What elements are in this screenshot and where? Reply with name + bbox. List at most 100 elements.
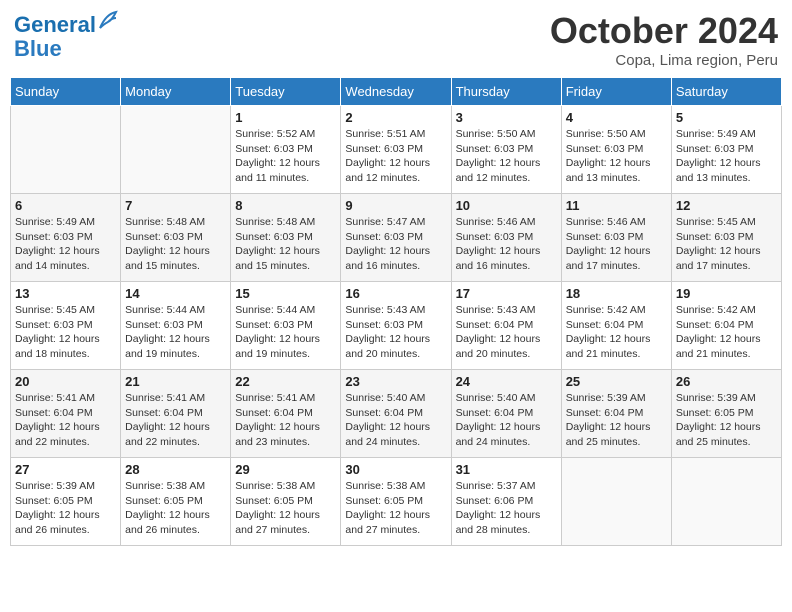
- calendar-cell: 10 Sunrise: 5:46 AM Sunset: 6:03 PM Dayli…: [451, 194, 561, 282]
- logo: General Blue: [14, 10, 118, 61]
- title-area: October 2024 Copa, Lima region, Peru: [550, 10, 778, 69]
- day-number: 14: [125, 286, 226, 301]
- day-detail: Sunrise: 5:42 AM Sunset: 6:04 PM Dayligh…: [676, 303, 777, 362]
- day-detail: Sunrise: 5:43 AM Sunset: 6:03 PM Dayligh…: [345, 303, 446, 362]
- day-detail: Sunrise: 5:47 AM Sunset: 6:03 PM Dayligh…: [345, 215, 446, 274]
- day-detail: Sunrise: 5:49 AM Sunset: 6:03 PM Dayligh…: [15, 215, 116, 274]
- header-tuesday: Tuesday: [231, 78, 341, 106]
- calendar-cell: 31 Sunrise: 5:37 AM Sunset: 6:06 PM Dayli…: [451, 458, 561, 546]
- days-header-row: SundayMondayTuesdayWednesdayThursdayFrid…: [11, 78, 782, 106]
- week-row-1: 1Sunrise: 5:52 AM Sunset: 6:03 PM Daylig…: [11, 106, 782, 194]
- calendar-cell: [561, 458, 671, 546]
- day-number: 7: [125, 198, 226, 213]
- day-detail: Sunrise: 5:39 AM Sunset: 6:05 PM Dayligh…: [676, 391, 777, 450]
- day-detail: Sunrise: 5:38 AM Sunset: 6:05 PM Dayligh…: [125, 479, 226, 538]
- day-number: 2: [345, 110, 446, 125]
- day-detail: Sunrise: 5:50 AM Sunset: 6:03 PM Dayligh…: [566, 127, 667, 186]
- day-detail: Sunrise: 5:44 AM Sunset: 6:03 PM Dayligh…: [235, 303, 336, 362]
- calendar-cell: 21Sunrise: 5:41 AM Sunset: 6:04 PM Dayli…: [121, 370, 231, 458]
- header-saturday: Saturday: [671, 78, 781, 106]
- day-number: 17: [456, 286, 557, 301]
- day-number: 31: [456, 462, 557, 477]
- calendar-cell: 5 Sunrise: 5:49 AM Sunset: 6:03 PM Daylig…: [671, 106, 781, 194]
- day-number: 28: [125, 462, 226, 477]
- calendar-cell: 29 Sunrise: 5:38 AM Sunset: 6:05 PM Dayli…: [231, 458, 341, 546]
- day-detail: Sunrise: 5:40 AM Sunset: 6:04 PM Dayligh…: [345, 391, 446, 450]
- day-number: 9: [345, 198, 446, 213]
- logo-general: General: [14, 12, 96, 37]
- day-detail: Sunrise: 5:48 AM Sunset: 6:03 PM Dayligh…: [235, 215, 336, 274]
- calendar-cell: [121, 106, 231, 194]
- day-number: 6: [15, 198, 116, 213]
- day-detail: Sunrise: 5:49 AM Sunset: 6:03 PM Dayligh…: [676, 127, 777, 186]
- logo-text: General Blue: [14, 10, 118, 61]
- day-number: 4: [566, 110, 667, 125]
- header-wednesday: Wednesday: [341, 78, 451, 106]
- calendar-cell: 22Sunrise: 5:41 AM Sunset: 6:04 PM Dayli…: [231, 370, 341, 458]
- calendar-cell: 4 Sunrise: 5:50 AM Sunset: 6:03 PM Daylig…: [561, 106, 671, 194]
- logo-blue: Blue: [14, 36, 62, 61]
- day-number: 8: [235, 198, 336, 213]
- day-detail: Sunrise: 5:46 AM Sunset: 6:03 PM Dayligh…: [566, 215, 667, 274]
- calendar-cell: 2 Sunrise: 5:51 AM Sunset: 6:03 PM Daylig…: [341, 106, 451, 194]
- day-detail: Sunrise: 5:50 AM Sunset: 6:03 PM Dayligh…: [456, 127, 557, 186]
- calendar-cell: 7 Sunrise: 5:48 AM Sunset: 6:03 PM Daylig…: [121, 194, 231, 282]
- day-detail: Sunrise: 5:38 AM Sunset: 6:05 PM Dayligh…: [235, 479, 336, 538]
- calendar-cell: 13Sunrise: 5:45 AM Sunset: 6:03 PM Dayli…: [11, 282, 121, 370]
- day-number: 13: [15, 286, 116, 301]
- day-detail: Sunrise: 5:41 AM Sunset: 6:04 PM Dayligh…: [235, 391, 336, 450]
- header-sunday: Sunday: [11, 78, 121, 106]
- calendar-cell: 11 Sunrise: 5:46 AM Sunset: 6:03 PM Dayli…: [561, 194, 671, 282]
- calendar-cell: 24 Sunrise: 5:40 AM Sunset: 6:04 PM Dayli…: [451, 370, 561, 458]
- day-number: 10: [456, 198, 557, 213]
- calendar-cell: 6 Sunrise: 5:49 AM Sunset: 6:03 PM Daylig…: [11, 194, 121, 282]
- day-number: 30: [345, 462, 446, 477]
- day-number: 25: [566, 374, 667, 389]
- calendar-cell: 25Sunrise: 5:39 AM Sunset: 6:04 PM Dayli…: [561, 370, 671, 458]
- day-detail: Sunrise: 5:37 AM Sunset: 6:06 PM Dayligh…: [456, 479, 557, 538]
- week-row-4: 20 Sunrise: 5:41 AM Sunset: 6:04 PM Dayli…: [11, 370, 782, 458]
- day-detail: Sunrise: 5:44 AM Sunset: 6:03 PM Dayligh…: [125, 303, 226, 362]
- calendar-cell: 15Sunrise: 5:44 AM Sunset: 6:03 PM Dayli…: [231, 282, 341, 370]
- day-detail: Sunrise: 5:41 AM Sunset: 6:04 PM Dayligh…: [15, 391, 116, 450]
- day-number: 24: [456, 374, 557, 389]
- calendar-cell: 12Sunrise: 5:45 AM Sunset: 6:03 PM Dayli…: [671, 194, 781, 282]
- calendar-cell: 16Sunrise: 5:43 AM Sunset: 6:03 PM Dayli…: [341, 282, 451, 370]
- day-number: 11: [566, 198, 667, 213]
- day-detail: Sunrise: 5:48 AM Sunset: 6:03 PM Dayligh…: [125, 215, 226, 274]
- day-number: 20: [15, 374, 116, 389]
- day-number: 29: [235, 462, 336, 477]
- day-number: 19: [676, 286, 777, 301]
- calendar-title: October 2024: [550, 10, 778, 52]
- calendar-cell: 14 Sunrise: 5:44 AM Sunset: 6:03 PM Dayli…: [121, 282, 231, 370]
- calendar-cell: 18Sunrise: 5:42 AM Sunset: 6:04 PM Dayli…: [561, 282, 671, 370]
- logo-bird-icon: [98, 10, 118, 32]
- calendar-cell: 3Sunrise: 5:50 AM Sunset: 6:03 PM Daylig…: [451, 106, 561, 194]
- day-number: 18: [566, 286, 667, 301]
- calendar-cell: 19 Sunrise: 5:42 AM Sunset: 6:04 PM Dayli…: [671, 282, 781, 370]
- day-detail: Sunrise: 5:38 AM Sunset: 6:05 PM Dayligh…: [345, 479, 446, 538]
- day-detail: Sunrise: 5:40 AM Sunset: 6:04 PM Dayligh…: [456, 391, 557, 450]
- day-number: 5: [676, 110, 777, 125]
- calendar-cell: [11, 106, 121, 194]
- day-number: 1: [235, 110, 336, 125]
- calendar-cell: 17 Sunrise: 5:43 AM Sunset: 6:04 PM Dayli…: [451, 282, 561, 370]
- day-detail: Sunrise: 5:39 AM Sunset: 6:05 PM Dayligh…: [15, 479, 116, 538]
- header-thursday: Thursday: [451, 78, 561, 106]
- day-detail: Sunrise: 5:51 AM Sunset: 6:03 PM Dayligh…: [345, 127, 446, 186]
- calendar-cell: [671, 458, 781, 546]
- day-detail: Sunrise: 5:41 AM Sunset: 6:04 PM Dayligh…: [125, 391, 226, 450]
- header-monday: Monday: [121, 78, 231, 106]
- calendar-cell: 1Sunrise: 5:52 AM Sunset: 6:03 PM Daylig…: [231, 106, 341, 194]
- day-detail: Sunrise: 5:43 AM Sunset: 6:04 PM Dayligh…: [456, 303, 557, 362]
- calendar-cell: 23Sunrise: 5:40 AM Sunset: 6:04 PM Dayli…: [341, 370, 451, 458]
- week-row-3: 13Sunrise: 5:45 AM Sunset: 6:03 PM Dayli…: [11, 282, 782, 370]
- day-detail: Sunrise: 5:46 AM Sunset: 6:03 PM Dayligh…: [456, 215, 557, 274]
- day-number: 12: [676, 198, 777, 213]
- calendar-table: SundayMondayTuesdayWednesdayThursdayFrid…: [10, 77, 782, 546]
- calendar-cell: 9 Sunrise: 5:47 AM Sunset: 6:03 PM Daylig…: [341, 194, 451, 282]
- calendar-cell: 30 Sunrise: 5:38 AM Sunset: 6:05 PM Dayli…: [341, 458, 451, 546]
- calendar-cell: 27Sunrise: 5:39 AM Sunset: 6:05 PM Dayli…: [11, 458, 121, 546]
- day-number: 26: [676, 374, 777, 389]
- calendar-cell: 20 Sunrise: 5:41 AM Sunset: 6:04 PM Dayli…: [11, 370, 121, 458]
